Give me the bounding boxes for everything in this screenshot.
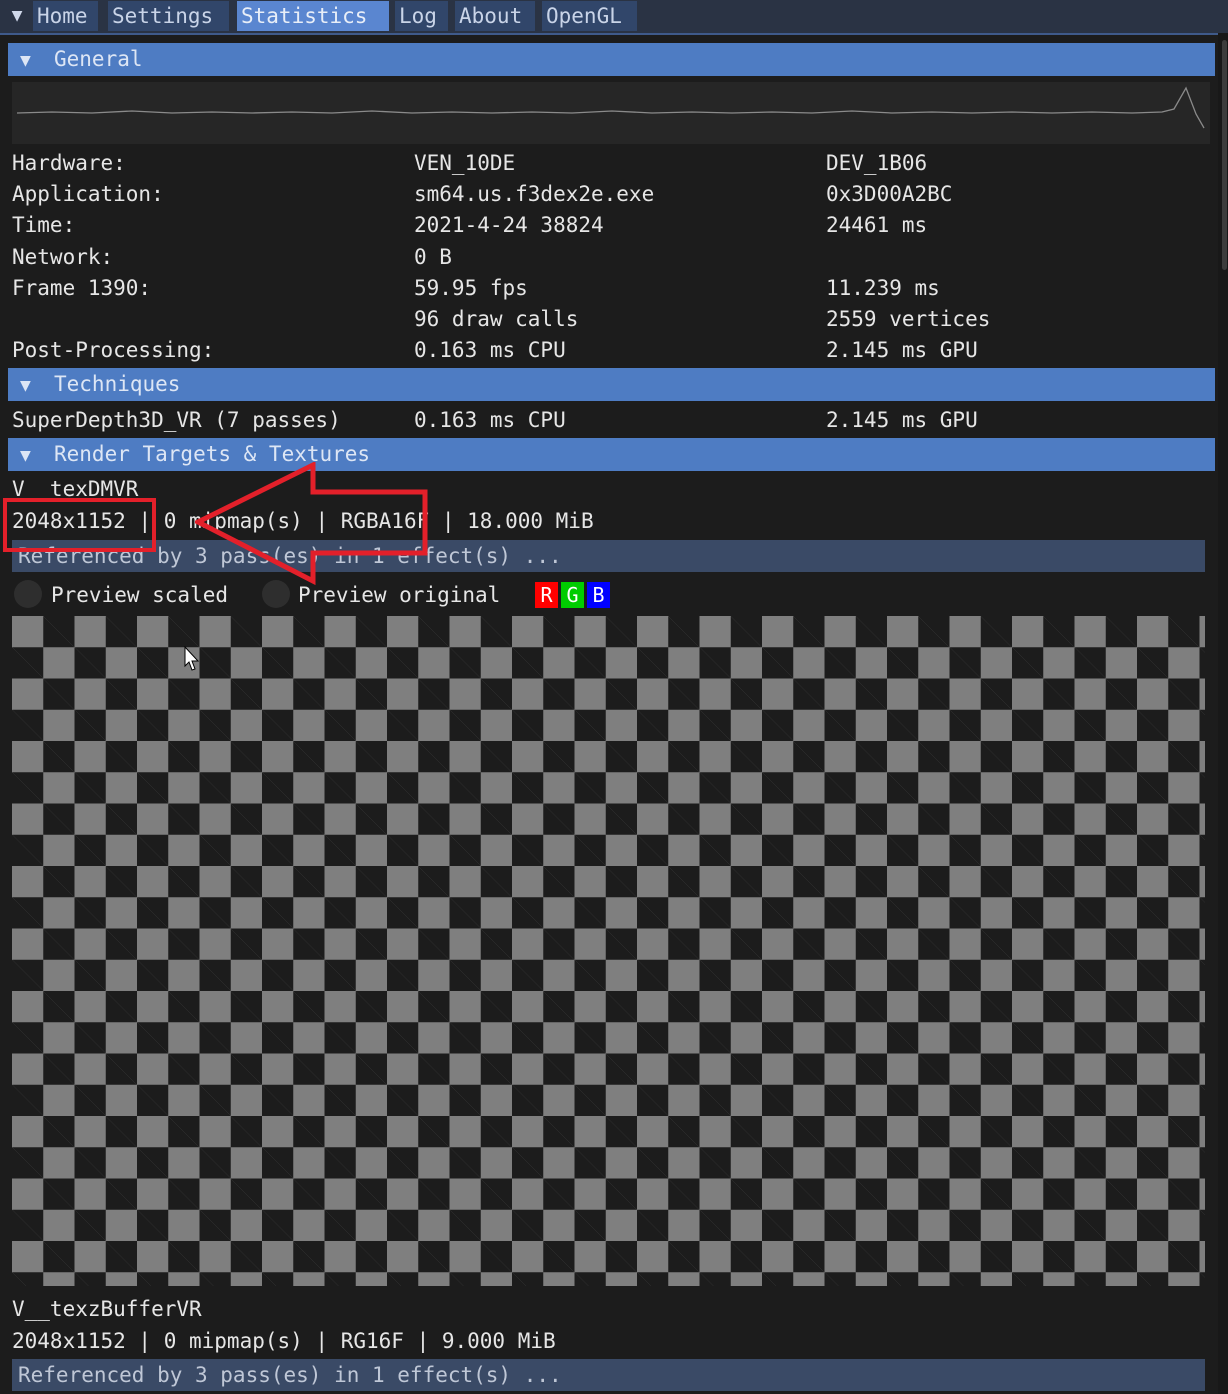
technique-name: SuperDepth3D_VR (7 passes) [12,408,341,432]
tab-opengl[interactable]: OpenGL [542,1,637,31]
hardware-vendor: VEN_10DE [414,151,516,175]
frame-time-graph [12,82,1210,144]
network-value: 0 B [414,245,452,269]
techniques-section-header[interactable]: ▼ Techniques [8,368,1215,401]
highlight-box [3,498,156,552]
hardware-label: Hardware: [12,151,126,175]
tab-home[interactable]: Home [33,1,98,31]
application-label: Application: [12,182,164,206]
vertices-count: 2559 vertices [826,307,991,331]
frame-time-graph-line [16,86,1205,129]
general-section-header[interactable]: ▼ General [8,43,1215,76]
technique-cpu: 0.163 ms CPU [414,408,566,432]
preview-scaled-radio[interactable] [14,580,42,608]
technique-gpu: 2.145 ms GPU [826,408,978,432]
collapse-triangle-icon: ▼ [20,445,31,466]
frame-fps: 59.95 fps [414,276,528,300]
render-targets-section-header[interactable]: ▼ Render Targets & Textures [8,438,1215,471]
application-name: sm64.us.f3dex2e.exe [414,182,655,206]
annotation-arrow-icon [195,462,428,586]
tab-statistics[interactable]: Statistics [237,1,389,31]
texture-preview-image [12,616,1205,1286]
post-processing-gpu: 2.145 ms GPU [826,338,978,362]
channel-b-toggle[interactable]: B [587,582,610,608]
scrollbar-thumb[interactable] [1222,40,1227,270]
network-label: Network: [12,245,114,269]
channel-g-toggle[interactable]: G [561,582,584,608]
techniques-section-title: Techniques [54,372,181,396]
menu-dropdown-icon[interactable]: ▼ [6,3,28,29]
general-section-title: General [54,47,143,71]
referenced-by-button[interactable]: Referenced by 3 pass(es) in 1 effect(s) … [12,1359,1205,1391]
referenced-by-button[interactable]: Referenced by 3 pass(es) in 1 effect(s) … [12,540,1205,572]
time-label: Time: [12,213,76,237]
post-processing-label: Post-Processing: [12,338,215,362]
tab-log[interactable]: Log [395,1,448,31]
collapse-triangle-icon: ▼ [20,375,31,396]
tab-settings[interactable]: Settings [108,1,229,31]
post-processing-cpu: 0.163 ms CPU [414,338,566,362]
channel-r-toggle[interactable]: R [535,582,558,608]
texture-name: V__texzBufferVR [12,1297,202,1321]
application-hash: 0x3D00A2BC [826,182,953,206]
collapse-triangle-icon: ▼ [20,50,31,71]
hardware-device: DEV_1B06 [826,151,928,175]
draw-calls: 96 draw calls [414,307,579,331]
mouse-cursor-icon [184,646,200,671]
tab-about[interactable]: About [455,1,535,31]
texture-info: 2048x1152 | 0 mipmap(s) | RG16F | 9.000 … [12,1329,556,1353]
frame-ms: 11.239 ms [826,276,940,300]
time-date: 2021-4-24 38824 [414,213,604,237]
top-tab-bar: ▼ Home Settings Statistics Log About Ope… [0,0,1228,35]
frame-label: Frame 1390: [12,276,152,300]
time-ms: 24461 ms [826,213,928,237]
